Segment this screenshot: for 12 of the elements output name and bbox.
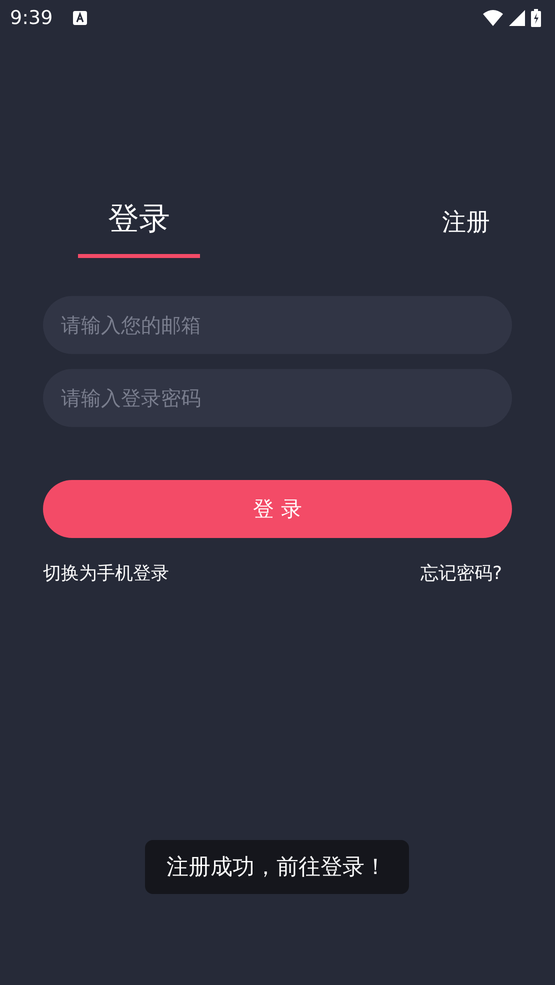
battery-icon bbox=[531, 9, 541, 27]
wifi-icon bbox=[483, 10, 503, 26]
status-time: 9:39 bbox=[10, 7, 53, 29]
notification-icon bbox=[72, 11, 87, 25]
tab[interactable]: 登录 bbox=[78, 194, 200, 258]
input-field[interactable]: 请输入登录密码 bbox=[43, 369, 512, 427]
tab[interactable]: 注册 bbox=[405, 194, 527, 258]
toast-message: 注册成功，前往登录！ bbox=[144, 840, 408, 894]
input-field[interactable]: 请输入您的邮箱 bbox=[43, 296, 512, 354]
forgot-password-link[interactable]: 忘记密码? bbox=[420, 561, 502, 585]
switch-login-link[interactable]: 切换为手机登录 bbox=[43, 561, 169, 585]
signal-icon bbox=[509, 10, 525, 26]
